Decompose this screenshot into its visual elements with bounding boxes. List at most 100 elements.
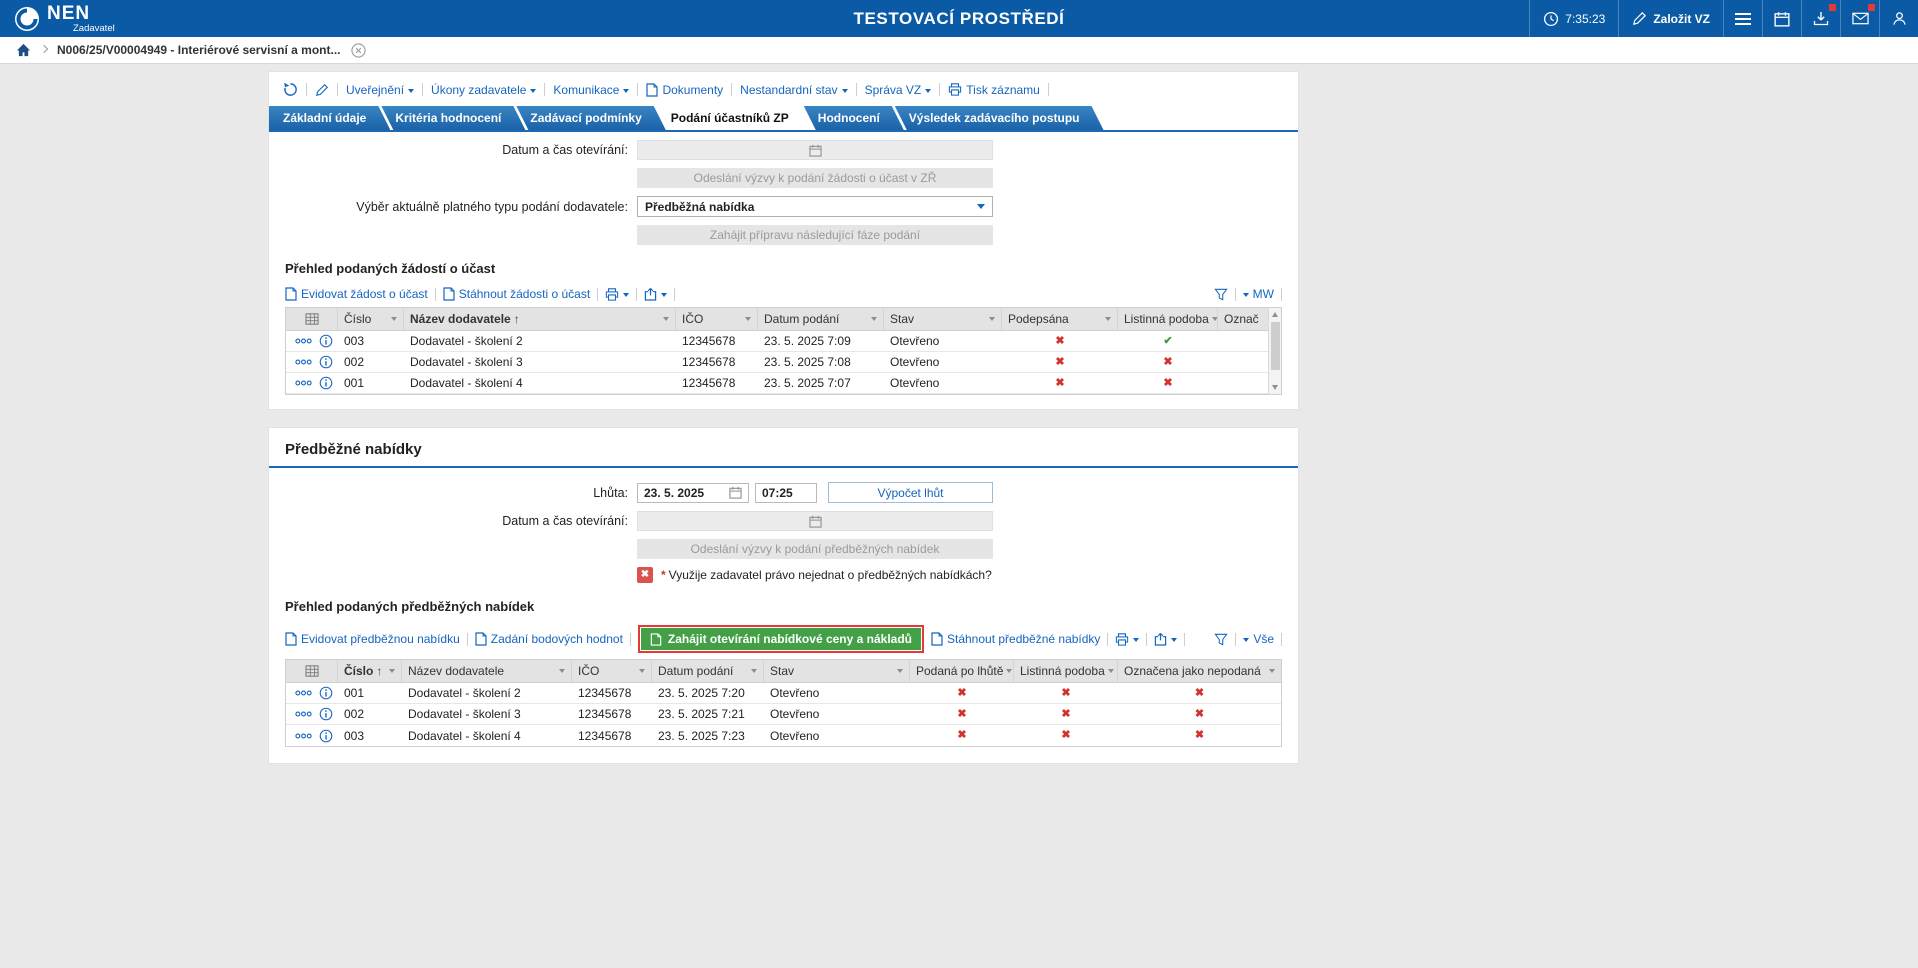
- start-next-phase-button[interactable]: Zahájit přípravu následující fáze podání: [637, 225, 993, 245]
- scroll-down-icon[interactable]: [1272, 385, 1278, 390]
- header-nazev-dodavatele[interactable]: Název dodavatele ↑: [404, 308, 676, 330]
- calendar-icon[interactable]: [729, 486, 742, 499]
- header-datum-podani[interactable]: Datum podání: [758, 308, 884, 330]
- filter-icon[interactable]: [751, 669, 757, 673]
- send-prelim-invite-button[interactable]: Odeslání výzvy k podání předběžných nabí…: [637, 539, 993, 559]
- tab-kriteria-hodnoceni[interactable]: Kritéria hodnocení: [381, 106, 525, 130]
- row-actions-icon[interactable]: [295, 690, 312, 696]
- profile-button[interactable]: [1879, 0, 1918, 37]
- column-selector-button[interactable]: [286, 660, 338, 682]
- breadcrumb-item[interactable]: N006/25/V00004949 - Interiérové servisní…: [57, 43, 341, 57]
- downloads-button[interactable]: [1801, 0, 1840, 37]
- messages-button[interactable]: [1840, 0, 1879, 37]
- filter-button[interactable]: [1214, 633, 1228, 646]
- filter-icon[interactable]: [559, 669, 565, 673]
- filter-icon[interactable]: [989, 317, 995, 321]
- row-actions-icon[interactable]: [295, 733, 312, 739]
- menu-komunikace[interactable]: Komunikace: [553, 83, 630, 97]
- header-podana-po-lhute[interactable]: Podaná po lhůtě: [910, 660, 1014, 682]
- filter-icon[interactable]: [1105, 317, 1111, 321]
- menu-button[interactable]: [1723, 0, 1762, 37]
- view-select[interactable]: MW: [1242, 287, 1274, 301]
- header-stav[interactable]: Stav: [764, 660, 910, 682]
- header-ico[interactable]: IČO: [572, 660, 652, 682]
- filter-icon[interactable]: [745, 317, 751, 321]
- tab-hodnoceni[interactable]: Hodnocení: [804, 106, 904, 130]
- row-actions-icon[interactable]: [295, 711, 312, 717]
- info-icon[interactable]: [319, 729, 333, 743]
- calendar-button[interactable]: [1762, 0, 1801, 37]
- lhuta-time-input[interactable]: 07:25: [755, 482, 817, 503]
- open-bid-price-button[interactable]: Zahájit otevírání nabídkové ceny a nákla…: [640, 628, 921, 650]
- table-row[interactable]: 003 Dodavatel - školení 4 12345678 23. 5…: [286, 725, 1281, 746]
- row-actions-icon[interactable]: [295, 338, 312, 344]
- header-cislo[interactable]: Číslo ↑: [338, 660, 402, 682]
- tab-podani-ucastniku-zp[interactable]: Podání účastníků ZP: [657, 106, 813, 130]
- submission-type-select[interactable]: Předběžná nabídka: [637, 196, 993, 217]
- tab-zakladni-udaje[interactable]: Základní údaje: [269, 106, 390, 130]
- table-row[interactable]: 002 Dodavatel - školení 3 12345678 23. 5…: [286, 352, 1281, 373]
- nen-logo[interactable]: NEN Zadavatel: [0, 0, 129, 37]
- download-prelim-offers-button[interactable]: Stáhnout předběžné nabídky: [931, 632, 1100, 646]
- row-actions-icon[interactable]: [295, 359, 312, 365]
- info-icon[interactable]: [319, 686, 333, 700]
- lhuta-date-input[interactable]: 23. 5. 2025: [637, 482, 749, 503]
- info-icon[interactable]: [319, 334, 333, 348]
- header-nazev-dodavatele[interactable]: Název dodavatele: [402, 660, 572, 682]
- header-listinna-podoba[interactable]: Listinná podoba: [1118, 308, 1218, 330]
- menu-nestandardni-stav[interactable]: Nestandardní stav: [740, 83, 848, 97]
- print-record-button[interactable]: Tisk záznamu: [948, 83, 1040, 97]
- menu-ukony-zadavatele[interactable]: Úkony zadavatele: [431, 83, 537, 97]
- register-prelim-offer-button[interactable]: Evidovat předběžnou nabídku: [285, 632, 460, 646]
- table-row[interactable]: 001 Dodavatel - školení 4 12345678 23. 5…: [286, 373, 1281, 394]
- filter-icon[interactable]: [1269, 669, 1275, 673]
- header-ico[interactable]: IČO: [676, 308, 758, 330]
- create-vz-button[interactable]: Založit VZ: [1618, 0, 1723, 37]
- refresh-button[interactable]: [283, 82, 298, 97]
- tab-zadavaci-podminky[interactable]: Zadávací podmínky: [516, 106, 665, 130]
- scrollbar-thumb[interactable]: [1270, 322, 1280, 370]
- send-invite-request-button[interactable]: Odeslání výzvy k podání žádosti o účast …: [637, 168, 993, 188]
- header-podepsana[interactable]: Podepsána: [1002, 308, 1118, 330]
- filter-icon[interactable]: [1107, 669, 1114, 673]
- filter-icon[interactable]: [663, 317, 669, 321]
- edit-button[interactable]: [315, 83, 329, 97]
- register-request-button[interactable]: Evidovat žádost o účast: [285, 287, 428, 301]
- download-requests-button[interactable]: Stáhnout žádosti o účast: [443, 287, 590, 301]
- vertical-scrollbar[interactable]: [1268, 308, 1281, 394]
- column-selector-button[interactable]: [286, 308, 338, 330]
- filter-icon[interactable]: [871, 317, 877, 321]
- export-grid-button[interactable]: [644, 287, 668, 301]
- filter-icon[interactable]: [391, 317, 397, 321]
- filter-icon[interactable]: [1006, 669, 1013, 673]
- filter-button[interactable]: [1213, 288, 1228, 301]
- print-grid-button[interactable]: [605, 287, 630, 301]
- header-stav[interactable]: Stav: [884, 308, 1002, 330]
- menu-sprava-vz[interactable]: Správa VZ: [865, 83, 932, 97]
- filter-icon[interactable]: [897, 669, 903, 673]
- header-datum-podani[interactable]: Datum podání: [652, 660, 764, 682]
- filter-icon[interactable]: [389, 669, 395, 673]
- scroll-up-icon[interactable]: [1272, 312, 1278, 317]
- info-icon[interactable]: [319, 707, 333, 721]
- table-row[interactable]: 002 Dodavatel - školení 3 12345678 23. 5…: [286, 704, 1281, 725]
- home-icon[interactable]: [16, 43, 31, 57]
- menu-uverejneni[interactable]: Uveřejnění: [346, 83, 415, 97]
- info-icon[interactable]: [319, 376, 333, 390]
- filter-icon[interactable]: [1211, 317, 1217, 321]
- table-row[interactable]: 003 Dodavatel - školení 2 12345678 23. 5…: [286, 331, 1281, 352]
- checkbox-cross-icon[interactable]: ✖: [637, 567, 653, 583]
- table-row[interactable]: 001 Dodavatel - školení 2 12345678 23. 5…: [286, 683, 1281, 704]
- vypocet-lhut-button[interactable]: Výpočet lhůt: [828, 482, 993, 503]
- score-entry-button[interactable]: Zadání bodových hodnot: [475, 632, 623, 646]
- info-icon[interactable]: [319, 355, 333, 369]
- header-oznacena-jako-nepodana[interactable]: Označena jako nepodaná: [1118, 660, 1281, 682]
- tab-vysledek[interactable]: Výsledek zadávacího postupu: [895, 106, 1104, 130]
- row-actions-icon[interactable]: [295, 380, 312, 386]
- header-listinna-podoba[interactable]: Listinná podoba: [1014, 660, 1118, 682]
- print-grid-button[interactable]: [1115, 632, 1140, 646]
- menu-dokumenty[interactable]: Dokumenty: [646, 83, 723, 97]
- filter-icon[interactable]: [639, 669, 645, 673]
- view-select[interactable]: Vše: [1243, 632, 1274, 646]
- export-grid-button[interactable]: [1154, 632, 1178, 646]
